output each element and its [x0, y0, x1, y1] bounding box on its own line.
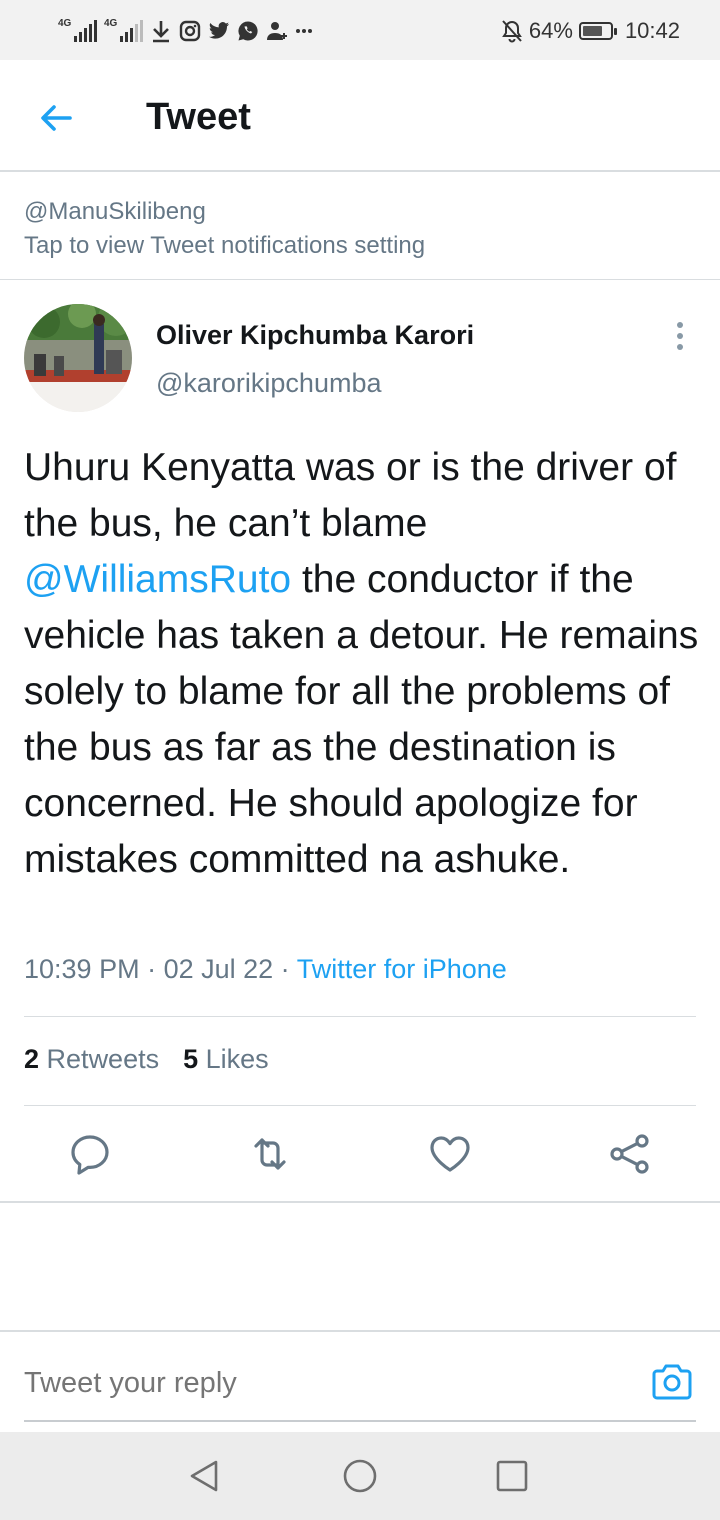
mute-bell-icon	[502, 20, 522, 43]
tweet-action-bar	[0, 1130, 720, 1180]
likes-label: Likes	[205, 1044, 269, 1074]
battery-percent: 64%	[528, 18, 573, 43]
retweet-icon[interactable]	[246, 1130, 294, 1178]
status-bar: 4G 4G 64% 10:42	[0, 0, 720, 60]
camera-icon[interactable]	[650, 1362, 694, 1402]
nav-home-icon[interactable]	[342, 1458, 378, 1494]
tweet-source-link[interactable]: Twitter for iPhone	[297, 954, 507, 984]
reply-underline	[24, 1420, 696, 1422]
author-handle: @karorikipchumba	[156, 368, 382, 398]
notification-settings-banner[interactable]: @ManuSkilibeng Tap to view Tweet notific…	[0, 174, 720, 280]
system-nav-bar	[0, 1432, 720, 1520]
instagram-icon	[179, 20, 201, 42]
tweet-time: 10:39 PM	[24, 954, 140, 984]
tweet-text: Uhuru Kenyatta was or is the driver of t…	[24, 440, 704, 888]
twitter-icon	[208, 22, 230, 39]
status-bar-right: 64% 10:42	[501, 16, 680, 46]
nav-back-icon[interactable]	[186, 1458, 222, 1494]
meta-separator: ·	[273, 954, 297, 984]
heart-icon[interactable]	[426, 1130, 474, 1178]
banner-message: Tap to view Tweet notifications setting	[24, 232, 426, 259]
avatar[interactable]	[24, 304, 132, 412]
meta-separator: ·	[139, 954, 164, 984]
likes-count: 5	[183, 1044, 199, 1074]
whatsapp-icon	[238, 21, 258, 41]
more-vertical-icon[interactable]	[666, 320, 694, 352]
avatar-image	[24, 304, 132, 412]
signal-icon: 4G	[104, 18, 143, 42]
divider	[24, 1105, 696, 1106]
network-type-label: 4G	[104, 18, 118, 29]
signal-icon: 4G	[58, 18, 97, 42]
tweet-meta: 10:39 PM · 02 Jul 22 · Twitter for iPhon…	[24, 954, 507, 985]
arrow-left-icon[interactable]	[36, 98, 76, 138]
download-icon	[153, 21, 169, 43]
nav-recents-icon[interactable]	[494, 1458, 530, 1494]
network-type-label: 4G	[58, 18, 72, 29]
divider	[0, 1330, 720, 1332]
author-name[interactable]: Oliver Kipchumba Karori	[156, 320, 474, 351]
more-dots-icon	[296, 29, 312, 33]
comment-icon[interactable]	[66, 1130, 114, 1178]
battery-icon	[578, 22, 617, 40]
retweets-stat[interactable]: 2 Retweets	[24, 1044, 159, 1075]
user-add-icon	[267, 22, 287, 40]
banner-handle: @ManuSkilibeng	[24, 198, 206, 225]
reply-input[interactable]	[24, 1360, 624, 1406]
status-bar-left: 4G 4G	[58, 16, 313, 46]
tweet-date: 02 Jul 22	[163, 954, 274, 984]
divider	[0, 1201, 720, 1203]
clock: 10:42	[624, 18, 680, 43]
tweet-stats: 2 Retweets 5 Likes	[24, 1044, 269, 1075]
retweets-label: Retweets	[46, 1044, 160, 1074]
app-header: Tweet	[0, 60, 720, 172]
tweet-text-part: Uhuru Kenyatta was or is the driver of t…	[24, 446, 677, 545]
divider	[24, 1016, 696, 1017]
page-title: Tweet	[146, 96, 251, 138]
mention-link[interactable]: @WilliamsRuto	[24, 558, 291, 601]
tweet-text-part: the conductor if the vehicle has taken a…	[24, 558, 699, 881]
likes-stat[interactable]: 5 Likes	[183, 1044, 269, 1075]
share-icon[interactable]	[606, 1130, 654, 1178]
retweets-count: 2	[24, 1044, 40, 1074]
